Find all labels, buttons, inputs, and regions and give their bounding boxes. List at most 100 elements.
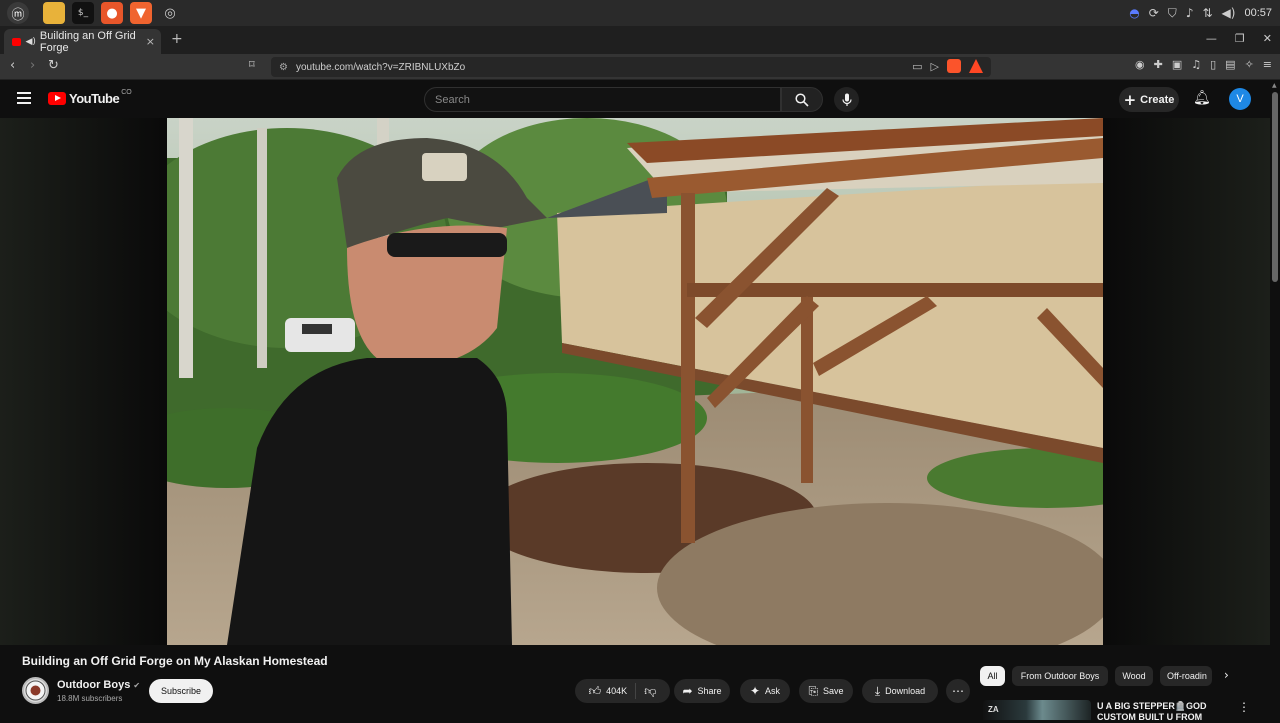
save-button[interactable]: ⎘ Save xyxy=(799,679,853,703)
network-icon[interactable]: ⇅ xyxy=(1202,6,1212,20)
youtube-favicon xyxy=(12,37,22,46)
scrollbar-thumb[interactable] xyxy=(1272,92,1278,282)
minimize-icon[interactable]: — xyxy=(1206,32,1217,45)
close-window-icon[interactable]: ✕ xyxy=(1263,32,1272,45)
leo-icon[interactable]: ✧ xyxy=(1245,58,1254,71)
folder-icon[interactable] xyxy=(43,2,65,24)
like-count: 404K xyxy=(606,686,628,696)
browser-tab-strip: ◀) Building an Off Grid Forge × + — ❐ ✕ xyxy=(0,26,1280,54)
settings-app-icon[interactable]: ◎ xyxy=(159,2,181,24)
video-frame-image xyxy=(167,118,1103,645)
recommendation-badge: ZA xyxy=(988,705,999,714)
firefox-icon[interactable]: ● xyxy=(101,2,123,24)
notification-icon[interactable]: ♪ xyxy=(1186,6,1194,20)
share-button[interactable]: ➦ Share xyxy=(674,679,730,703)
reload-icon[interactable]: ↻ xyxy=(48,58,59,73)
thumbs-down-icon[interactable]: 👎︎ xyxy=(636,684,656,699)
ask-label: Ask xyxy=(765,686,781,696)
puzzle-icon[interactable]: ✚ xyxy=(1154,58,1163,71)
chip-wood[interactable]: Wood xyxy=(1115,666,1153,686)
terminal-icon[interactable]: $_ xyxy=(72,2,94,24)
youtube-logo[interactable]: YouTube CO xyxy=(48,89,132,106)
update-icon[interactable]: ⟳ xyxy=(1149,6,1159,20)
shield-icon[interactable]: ⛉ xyxy=(1168,6,1177,21)
like-dislike-group: 👍︎ 404K 👎︎ xyxy=(575,679,670,703)
new-tab-icon[interactable]: + xyxy=(171,31,183,47)
cloud-icon[interactable]: ◓ xyxy=(1129,6,1139,20)
recommendation-menu-icon[interactable]: ⋮ xyxy=(1238,700,1250,714)
channel-name[interactable]: Outdoor Boys ✔ xyxy=(57,679,140,691)
bookmark-save-icon: ⎘ xyxy=(808,683,819,698)
scroll-up-icon[interactable]: ▲ xyxy=(1272,82,1277,89)
chip-from-outdoor-boys[interactable]: From Outdoor Boys xyxy=(1012,666,1108,686)
extension-icon[interactable]: ◉ xyxy=(1135,58,1145,71)
thumbs-up-icon: 👍︎ xyxy=(588,683,602,698)
clock[interactable]: 00:57 xyxy=(1244,7,1272,19)
youtube-play-icon xyxy=(48,92,66,105)
search-placeholder: Search xyxy=(435,93,470,106)
notifications-bell-icon[interactable]: 🔔︎ xyxy=(1193,90,1211,106)
chip-off-roading[interactable]: Off-roadin xyxy=(1160,666,1212,686)
plus-icon: + xyxy=(1123,90,1137,109)
search-input[interactable]: Search xyxy=(424,87,781,112)
browser-tab[interactable]: ◀) Building an Off Grid Forge × xyxy=(4,29,161,54)
maximize-icon[interactable]: ❐ xyxy=(1235,32,1245,45)
share-label: Share xyxy=(697,686,722,696)
mint-menu-icon[interactable]: ⓜ xyxy=(7,2,29,24)
tab-title: Building an Off Grid Forge xyxy=(39,29,136,54)
video-player[interactable] xyxy=(0,118,1270,645)
bookmark-icon[interactable]: ⌑ xyxy=(249,58,255,71)
avatar-letter: V xyxy=(1236,93,1244,105)
url-actions: ▭ ▷ xyxy=(912,59,983,73)
ask-button[interactable]: ✦ Ask xyxy=(740,679,790,703)
brave-rewards-icon[interactable] xyxy=(969,59,983,73)
recommendation-thumbnail[interactable] xyxy=(983,700,1091,720)
brave-icon[interactable]: ▼ xyxy=(130,2,152,24)
chip-all[interactable]: All xyxy=(980,666,1005,686)
avatar[interactable]: V xyxy=(1229,88,1251,110)
channel-name-text[interactable]: Outdoor Boys xyxy=(57,679,130,691)
save-label: Save xyxy=(823,686,844,696)
youtube-wordmark: YouTube xyxy=(69,91,120,106)
download-button[interactable]: ⤓ Download xyxy=(862,679,938,703)
youtube-header: YouTube CO Search + Create 🔔︎ V xyxy=(0,80,1270,118)
browser-toolbar: ‹ › ↻ ⌑ ⚙ youtube.com/watch?v=ZRIBNLUXbZ… xyxy=(0,54,1280,80)
screenshot-icon[interactable]: ▣ xyxy=(1172,58,1182,71)
speaker-icon[interactable]: ◀) xyxy=(25,37,35,47)
share-icon: ➦ xyxy=(682,684,693,698)
hamburger-menu-icon[interactable] xyxy=(17,92,31,107)
channel-logo-icon xyxy=(25,680,46,701)
menu-icon[interactable]: ≡ xyxy=(1263,58,1272,71)
cast-icon[interactable]: ▭ xyxy=(912,60,922,73)
os-taskbar: ⓜ $_ ● ▼ ◎ ◓ ⟳ ⛉ ♪ ⇅ ◀) 00:57 xyxy=(0,0,1280,26)
more-actions-icon[interactable]: ⋯ xyxy=(946,679,970,703)
back-icon[interactable]: ‹ xyxy=(10,58,15,73)
verified-icon: ✔ xyxy=(133,680,141,690)
create-label: Create xyxy=(1140,93,1175,106)
voice-search-button[interactable] xyxy=(834,87,859,112)
brave-shields-icon[interactable] xyxy=(947,59,961,73)
page-scrollbar[interactable]: ▲ xyxy=(1270,80,1280,720)
subscribe-button[interactable]: Subscribe xyxy=(149,679,213,703)
like-button[interactable]: 👍︎ 404K xyxy=(589,683,637,699)
volume-icon[interactable]: ◀) xyxy=(1222,6,1236,20)
url-text[interactable]: youtube.com/watch?v=ZRIBNLUXbZo xyxy=(296,62,465,73)
extension-icons: ◉ ✚ ▣ ♫ ▯ ▤ ✧ ≡ xyxy=(1135,58,1272,71)
site-info-icon[interactable]: ⚙ xyxy=(279,62,288,73)
music-icon[interactable]: ♫ xyxy=(1191,58,1201,71)
channel-avatar[interactable] xyxy=(22,677,49,704)
forward-icon[interactable]: › xyxy=(30,58,35,73)
sparkle-icon: ✦ xyxy=(749,684,761,698)
wallet-icon[interactable]: ▤ xyxy=(1225,58,1235,71)
address-bar[interactable]: ⚙ youtube.com/watch?v=ZRIBNLUXbZo ▭ ▷ xyxy=(271,57,991,77)
create-button[interactable]: + Create xyxy=(1119,87,1179,112)
download-label: Download xyxy=(885,686,926,696)
video-frame[interactable] xyxy=(167,118,1103,645)
chevron-right-icon[interactable]: › xyxy=(1224,668,1229,682)
close-tab-icon[interactable]: × xyxy=(146,35,155,48)
window-controls: — ❐ ✕ xyxy=(1206,32,1272,45)
microphone-icon xyxy=(841,93,852,106)
sidebar-icon[interactable]: ▯ xyxy=(1210,58,1216,71)
search-button[interactable] xyxy=(781,87,823,112)
send-icon[interactable]: ▷ xyxy=(931,60,939,73)
